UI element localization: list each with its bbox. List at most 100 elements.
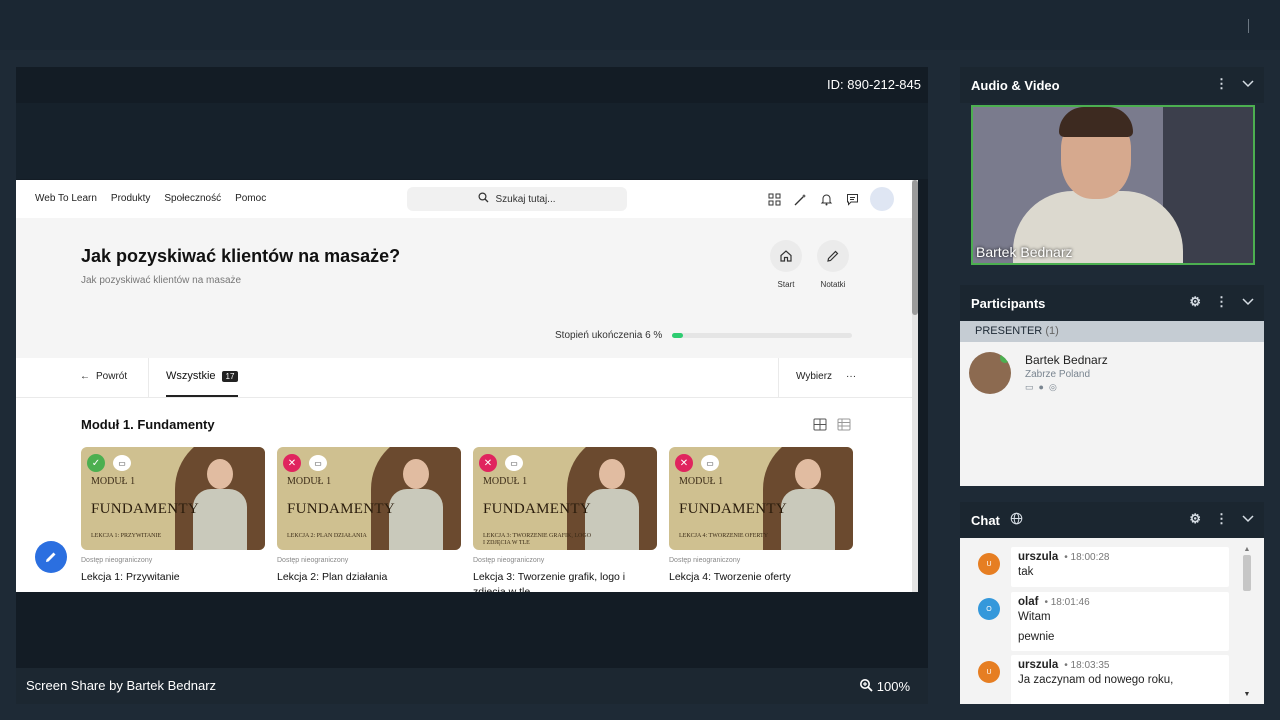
participant-avatar[interactable] xyxy=(969,352,1011,394)
magic-wand-icon[interactable] xyxy=(792,191,808,207)
site-nav: Web To Learn Produkty Społeczność Pomoc … xyxy=(16,180,912,218)
speaker-video[interactable]: Bartek Bednarz xyxy=(971,105,1255,265)
chat-time: 18:00:28 xyxy=(1070,552,1110,563)
nav-help-link[interactable]: Pomoc xyxy=(235,193,266,204)
gear-icon[interactable]: ⚙ xyxy=(1189,294,1201,310)
notes-label: Notatki xyxy=(820,280,846,289)
chat-time: 18:03:35 xyxy=(1070,660,1110,671)
progress-bar xyxy=(672,333,853,338)
share-letterbox xyxy=(16,103,928,179)
presenter-label: PRESENTER xyxy=(975,325,1043,337)
chat-panel: Chat ⚙ ⋮ U urszula • 18:00:28 tak O olaf •… xyxy=(960,502,1264,704)
participant-location: Zabrze Poland xyxy=(1025,369,1091,380)
gear-icon[interactable]: ⚙ xyxy=(1189,511,1201,527)
presenter-group-header: PRESENTER (1) xyxy=(960,321,1264,342)
video-icon: ▭ xyxy=(505,455,523,471)
start-button[interactable]: Start xyxy=(769,240,803,289)
grid-view-icon[interactable] xyxy=(813,418,827,434)
course-header: Jak pozyskiwać klientów na masaże? Jak p… xyxy=(16,218,912,358)
bell-icon[interactable] xyxy=(818,191,834,207)
chevron-down-icon[interactable] xyxy=(1242,511,1254,527)
chat-title: Chat xyxy=(971,512,1000,528)
chat-text: Witam xyxy=(1018,611,1051,623)
back-label: Powrót xyxy=(96,371,128,382)
tab-all[interactable]: Wszystkie 17 xyxy=(166,370,239,382)
thumb-heading: FUNDAMENTY xyxy=(91,501,199,517)
thumb-lesson: LEKCJA 3: TWORZENIE GRAFIK, LOGO I ZDJĘC… xyxy=(483,533,592,546)
lesson-card[interactable]: MODUŁ 1 FUNDAMENTY LEKCJA 1: PRZYWITANIE… xyxy=(81,447,265,585)
progress-fill xyxy=(672,333,684,338)
scrollbar-thumb[interactable] xyxy=(1243,555,1251,591)
scroll-up-icon[interactable]: ▲ xyxy=(1242,546,1252,553)
kebab-menu-icon[interactable]: ⋮ xyxy=(1215,76,1228,92)
tab-all-label: Wszystkie xyxy=(166,370,216,382)
active-tab-indicator xyxy=(166,395,238,397)
nav-community-link[interactable]: Społeczność xyxy=(164,193,221,204)
participants-header: Participants ⚙ ⋮ xyxy=(960,285,1264,321)
pencil-icon xyxy=(46,552,56,562)
chat-avatar: O xyxy=(978,598,1000,620)
x-icon: ✕ xyxy=(283,454,301,472)
scrollbar-thumb[interactable] xyxy=(912,180,918,315)
home-icon xyxy=(770,240,802,272)
participants-list: PRESENTER (1) Bartek Bednarz Zabrze Pola… xyxy=(960,321,1264,486)
video-icon: ▭ xyxy=(309,455,327,471)
site-search-input[interactable]: Szukaj tutaj... xyxy=(407,187,627,211)
thumb-lesson: LEKCJA 4: TWORZENIE OFERTY xyxy=(679,533,769,539)
webpage-scrollbar[interactable] xyxy=(912,180,918,592)
share-footer: Screen Share by Bartek Bednarz 100% xyxy=(16,668,928,704)
nav-products-link[interactable]: Produkty xyxy=(111,193,150,204)
chevron-down-icon[interactable] xyxy=(1242,294,1254,310)
nav-logo-link[interactable]: Web To Learn xyxy=(35,193,97,204)
chat-avatar: U xyxy=(978,661,1000,683)
thumb-heading: FUNDAMENTY xyxy=(679,501,787,517)
back-button[interactable]: ← Powrót xyxy=(80,371,127,382)
thumb-heading: FUNDAMENTY xyxy=(287,501,395,517)
chat-scrollbar[interactable]: ▲ ▼ xyxy=(1242,546,1252,698)
kebab-menu-icon[interactable]: ⋮ xyxy=(1215,294,1228,310)
x-icon: ✕ xyxy=(479,454,497,472)
top-bar-divider xyxy=(1248,19,1249,33)
lesson-title: Lekcja 3: Tworzenie grafik, logo i zdjęc… xyxy=(473,571,626,592)
chat-avatar: U xyxy=(978,553,1000,575)
lesson-card[interactable]: MODUŁ 1 FUNDAMENTY LEKCJA 2: PLAN DZIAŁA… xyxy=(277,447,461,585)
progress-label: Stopień ukończenia 6 % xyxy=(555,330,663,341)
table-view-icon[interactable] xyxy=(837,418,851,434)
zoom-control[interactable]: 100% xyxy=(859,678,910,695)
kebab-menu-icon[interactable]: ⋮ xyxy=(1215,511,1228,527)
chevron-down-icon[interactable] xyxy=(1242,76,1254,92)
arrow-left-icon: ← xyxy=(80,371,90,382)
audio-video-panel: Audio & Video ⋮ Bartek Bednarz xyxy=(960,67,1264,269)
tab-divider xyxy=(778,358,779,398)
lesson-access: Dostęp nieograniczony xyxy=(81,557,153,564)
lesson-card[interactable]: MODUŁ 1 FUNDAMENTY LEKCJA 3: TWORZENIE G… xyxy=(473,447,657,592)
more-options-icon[interactable]: ··· xyxy=(846,371,856,382)
chat-text: Ja zaczynam od nowego roku, xyxy=(1018,674,1174,686)
scroll-down-icon[interactable]: ▼ xyxy=(1242,691,1252,698)
lesson-title: Lekcja 2: Plan działania xyxy=(277,571,388,583)
apps-grid-icon[interactable] xyxy=(766,191,782,207)
message-icon[interactable] xyxy=(844,191,860,207)
thumb-heading: FUNDAMENTY xyxy=(483,501,591,517)
lesson-thumbnail: MODUŁ 1 FUNDAMENTY LEKCJA 1: PRZYWITANIE… xyxy=(81,447,265,550)
video-icon: ▭ xyxy=(701,455,719,471)
pencil-icon xyxy=(817,240,849,272)
lesson-thumbnail: MODUŁ 1 FUNDAMENTY LEKCJA 4: TWORZENIE O… xyxy=(669,447,853,550)
video-icon: ▭ xyxy=(113,455,131,471)
user-avatar[interactable] xyxy=(870,187,894,211)
globe-icon[interactable] xyxy=(1010,512,1023,528)
tab-all-count: 17 xyxy=(221,370,239,382)
share-by-label: Screen Share by Bartek Bednarz xyxy=(26,678,217,693)
participants-title: Participants xyxy=(971,295,1046,311)
edit-fab-button[interactable] xyxy=(35,541,67,573)
lesson-title: Lekcja 1: Przywitanie xyxy=(81,571,180,583)
lesson-card[interactable]: MODUŁ 1 FUNDAMENTY LEKCJA 4: TWORZENIE O… xyxy=(669,447,853,585)
search-placeholder: Szukaj tutaj... xyxy=(495,193,556,205)
thumb-lesson: LEKCJA 1: PRZYWITANIE xyxy=(91,533,162,539)
notes-button[interactable]: Notatki xyxy=(816,240,850,289)
course-subtitle: Jak pozyskiwać klientów na masaże xyxy=(81,275,242,286)
chat-time: 18:01:46 xyxy=(1050,597,1090,608)
chat-user: urszula xyxy=(1018,551,1059,563)
audio-video-title: Audio & Video xyxy=(971,77,1060,93)
choose-button[interactable]: Wybierz xyxy=(796,371,832,382)
